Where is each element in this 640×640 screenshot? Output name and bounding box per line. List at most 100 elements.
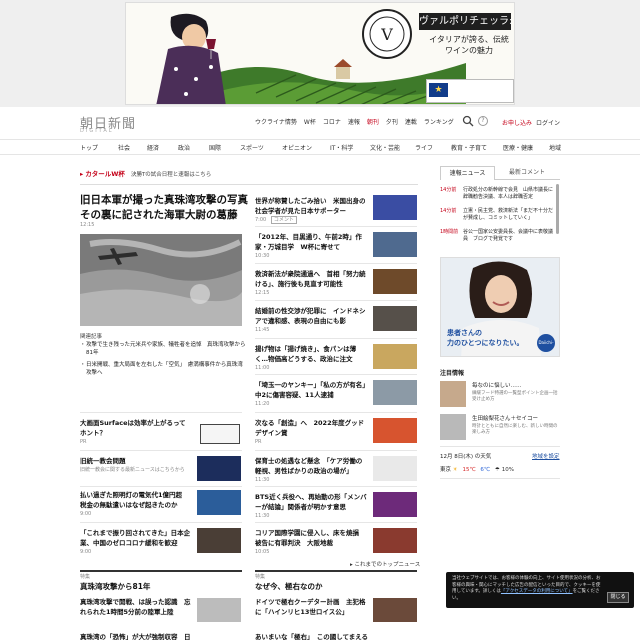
story-title[interactable]: BTS近く兵役へ、再始動の形「メンバーが結論」関係者が明かす意思 xyxy=(255,492,367,512)
cookie-policy-link[interactable]: 「アクセスデータの利用について」 xyxy=(501,589,573,594)
topnav-breaking[interactable]: 速報 xyxy=(348,117,360,126)
story-thumb[interactable] xyxy=(373,456,417,481)
story-title[interactable]: 旧統一教会問題 xyxy=(80,456,192,466)
section-rule xyxy=(80,570,242,572)
breaking-banner[interactable]: ▸ カタールW杯 決勝Tの試合日程と速報はこちら xyxy=(80,168,211,178)
story-title[interactable]: 結婚前の性交渉が犯罪に インドネシアで違和感、表現の自由にも影 xyxy=(255,306,367,326)
cat-economy[interactable]: 経済 xyxy=(147,143,159,152)
story-title[interactable]: 「これまで振り回されてきた」日本企業、中国のゼロコロナ緩和を歓迎 xyxy=(80,528,192,548)
news-item[interactable]: 1時間前 谷公一国家公安委員長、会議中に表敬議員 ブログで発覚です xyxy=(440,229,560,243)
news-item[interactable]: 14分前 立憲・民主党、救済新法「まだ不十分だが賛成し、コミットしていく」 xyxy=(440,208,560,222)
related-link[interactable]: 攻撃で生き残った元米兵や家族、犠牲者を追悼 真珠湾攻撃から81年 xyxy=(80,341,248,357)
cat-life[interactable]: ライフ xyxy=(415,143,433,152)
divider xyxy=(255,226,417,227)
story-time: 12:15 xyxy=(255,290,270,296)
story-title[interactable]: 真珠湾攻撃で開戦、は誤った認識 忘れられた1時間5分前の陸軍上陸 xyxy=(80,597,192,617)
sidebar-ad[interactable]: 患者さんの力のひとつになりたい。 Daiichi-Sankyo xyxy=(440,257,560,357)
apply-link[interactable]: お申し込み xyxy=(502,118,532,127)
section-title[interactable]: 真珠湾攻撃から81年 xyxy=(80,581,150,592)
topnav-ranking[interactable]: ランキング xyxy=(424,117,454,126)
story-title[interactable]: 世界が称賛したごみ拾い 米国出身の社会学者が見た日本サポーター xyxy=(255,196,367,216)
cat-region[interactable]: 地域 xyxy=(549,143,561,152)
topnav-morning[interactable]: 朝刊 xyxy=(367,117,379,126)
story-title[interactable]: 大画面Surfaceは効率が上がるってホント？ xyxy=(80,418,192,438)
story-title[interactable]: 真珠湾の「恐怖」が大が強制収容 日 xyxy=(80,632,242,640)
story-time: 11:20 xyxy=(255,401,270,407)
story-thumb[interactable] xyxy=(373,344,417,369)
story-title[interactable]: コリア国際学園に侵入し、床を焼損 被告に有罪判決 大阪地裁 xyxy=(255,528,367,548)
cat-culture[interactable]: 文化・芸能 xyxy=(370,143,400,152)
story-time: 11:00 xyxy=(255,365,270,371)
related-link[interactable]: 日米開戦、重大局面を左右した「空気」 慮満構事件から真珠湾攻撃へ xyxy=(80,361,248,377)
section-label: 特集 xyxy=(80,574,91,580)
story-thumb[interactable] xyxy=(197,456,241,481)
news-scrollbar[interactable] xyxy=(556,184,559,234)
tab-breaking-news[interactable]: 速報ニュース xyxy=(440,166,495,180)
cat-top[interactable]: トップ xyxy=(80,143,98,152)
story-thumb[interactable] xyxy=(373,418,417,443)
cat-sports[interactable]: スポーツ xyxy=(240,143,264,152)
story-thumb[interactable] xyxy=(197,490,241,515)
story-title[interactable]: 保育士の処遇など懸念 「ケア労働の軽視、男性ばかりの政治の場が」 xyxy=(255,456,367,476)
site-logo-sub: DIGITAL xyxy=(80,128,114,134)
divider xyxy=(255,300,417,301)
umbrella-icon: ☂ xyxy=(494,467,500,473)
cookie-close-button[interactable]: 閉じる xyxy=(607,592,629,603)
featured-item[interactable]: 毎なのに悩しい…… 練緩フード特選の一覧型ポイント企画一括受け止め方 xyxy=(440,381,560,411)
cat-opinion[interactable]: オピニオン xyxy=(282,143,312,152)
divider xyxy=(80,412,242,413)
login-link[interactable]: ログイン xyxy=(536,118,560,127)
banner-ad[interactable]: V ヴァルポリチェッラ: イタリアが誇る、伝統ワインの魅力 ★ xyxy=(125,2,515,105)
lead-story-photo[interactable] xyxy=(80,234,242,326)
story-title[interactable]: 救済新法が衆院通過へ 首相「努力続ける」、施行後も見直す可能性 xyxy=(255,269,367,289)
story-title[interactable]: ドイツで極右クーデター計画 主犯格に「ハインリヒ13世ロイス公」 xyxy=(255,597,367,617)
story-thumb[interactable] xyxy=(373,492,417,517)
story-thumb[interactable] xyxy=(373,269,417,294)
woman-with-wine-illustration xyxy=(156,13,226,104)
comment-badge[interactable]: コメント xyxy=(270,216,297,224)
story-thumb[interactable] xyxy=(373,306,417,331)
cat-society[interactable]: 社会 xyxy=(118,143,130,152)
story-thumb[interactable] xyxy=(373,232,417,257)
story-title[interactable]: 次なる「創造」へ 2022年度グッドデザイン賞 xyxy=(255,418,367,438)
cat-it-science[interactable]: IT・科学 xyxy=(330,143,353,152)
section-title[interactable]: なぜ今、極右なのか xyxy=(255,581,323,592)
section-label: 特集 xyxy=(255,574,266,580)
news-item[interactable]: 14分前 行政処分の新幹線で会見 山県市議長に辞職勧告決議、本人は辞職否定 xyxy=(440,187,560,201)
related-label: 関連記事 xyxy=(80,334,103,340)
story-thumb[interactable] xyxy=(197,528,241,553)
story-time: PR xyxy=(255,439,262,445)
story-thumb[interactable] xyxy=(373,380,417,405)
ad-title: ヴァルポリチェッラ: xyxy=(419,13,512,30)
story-title[interactable]: 揚げ物は「揚げ焼き」、食パンは薄く…物価高どうする、政治に注文 xyxy=(255,344,367,364)
story-title[interactable]: 「2012年、目黒通り、午前2時」作家・万城目学 W杯に寄せて xyxy=(255,232,367,252)
cat-education[interactable]: 教育・子育て xyxy=(451,143,487,152)
topnav-evening[interactable]: 夕刊 xyxy=(386,117,398,126)
story-title[interactable]: 払い過ぎた照明灯の電気代1億円超 税金の無駄遣いはなぜ起きたのか xyxy=(80,490,192,510)
story-title[interactable]: あいまいな「極右」 この國してまえる xyxy=(255,632,417,640)
help-icon[interactable]: ? xyxy=(478,116,488,126)
story-title[interactable]: 「埼玉一のヤンキー」「私の方が有名」 中2に傷害容疑、11人逮捕 xyxy=(255,380,372,400)
weather-region-link[interactable]: 地域を設定 xyxy=(532,452,560,460)
topnav-series[interactable]: 連載 xyxy=(405,117,417,126)
topnav-worldcup[interactable]: W杯 xyxy=(304,117,316,126)
topnav-corona[interactable]: コロナ xyxy=(323,117,341,126)
laptop-thumb[interactable] xyxy=(200,424,240,444)
weather-rain: 10% xyxy=(501,467,514,473)
cat-politics[interactable]: 政治 xyxy=(178,143,190,152)
lead-story-title[interactable]: 旧日本軍が撮った真珠湾攻撃の写真 その裏に記された海軍大尉の葛藤 xyxy=(80,193,259,223)
cat-international[interactable]: 国際 xyxy=(209,143,221,152)
tab-latest-comments[interactable]: 最新コメント xyxy=(498,166,556,180)
more-top-news-link[interactable]: ▸ これまでのトップニュース xyxy=(350,560,420,568)
weather-low: 6℃ xyxy=(480,467,491,473)
news-tabs: 速報ニュース 最新コメント xyxy=(440,166,560,180)
story-thumb[interactable] xyxy=(373,528,417,553)
story-thumb[interactable] xyxy=(197,598,241,622)
cat-health[interactable]: 医療・健康 xyxy=(503,143,533,152)
search-icon[interactable] xyxy=(462,115,474,127)
featured-item[interactable]: 生田絵梨花さん＋セイコー 時計とともに自然に楽しむ、新しい時間の楽しみ方 xyxy=(440,414,560,444)
story-thumb[interactable] xyxy=(373,195,417,220)
topnav-ukraine[interactable]: ウクライナ情勢 xyxy=(255,117,297,126)
story-time: 9:00 xyxy=(80,511,92,517)
story-thumb[interactable] xyxy=(373,598,417,622)
